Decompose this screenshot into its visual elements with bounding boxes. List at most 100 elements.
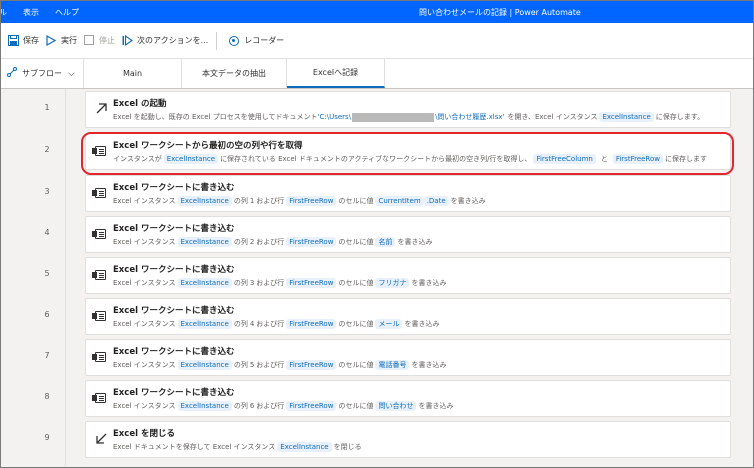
action-row: 1 Excel の起動 Excel を起動し、既存の Excel プロセスを使用…: [1, 89, 753, 129]
variable-token[interactable]: ExcelInstance: [277, 442, 332, 452]
variable-token[interactable]: ExcelInstance: [599, 112, 654, 122]
desc-text: のセルに値: [338, 402, 374, 410]
subflow-dropdown[interactable]: サブフロー ⌵: [1, 59, 84, 88]
action-card-write-worksheet[interactable]: Excel ワークシートに書き込む Excel インスタンス ExcelInst…: [85, 257, 731, 294]
action-title: Excel ワークシートに書き込む: [113, 265, 235, 275]
variable-token[interactable]: ExcelInstance: [177, 401, 232, 411]
variable-token[interactable]: ExcelInstance: [177, 196, 232, 206]
desc-text: の列: [233, 197, 248, 205]
play-icon: [45, 34, 57, 47]
variable-token[interactable]: 電話番号: [375, 360, 410, 370]
column-number: 4: [249, 320, 255, 328]
recorder-button[interactable]: レコーダー: [229, 31, 284, 51]
desc-text: Excel インスタンス: [113, 238, 176, 246]
variable-token[interactable]: 問い合わせ: [375, 401, 417, 411]
excel-icon: [92, 311, 106, 321]
desc-text: の列: [233, 279, 248, 287]
action-row: 3 Excel ワークシートに書き込む Excel インスタンス ExcelIn…: [1, 173, 753, 213]
save-button[interactable]: 保存: [7, 31, 39, 51]
desc-text: および行: [256, 238, 285, 246]
run-label: 実行: [61, 36, 77, 45]
highlight-annotation: [81, 132, 734, 175]
variable-token[interactable]: FirstFreeRow: [286, 401, 337, 411]
action-row: 4 Excel ワークシートに書き込む Excel インスタンス ExcelIn…: [1, 214, 753, 254]
tab-main[interactable]: Main: [84, 59, 182, 88]
tab-excel-record[interactable]: Excelへ記録: [287, 59, 385, 88]
next-action-button[interactable]: 次のアクションを...: [121, 31, 208, 51]
desc-text: および行: [256, 402, 285, 410]
desc-text: を書き込み: [411, 361, 447, 369]
variable-token[interactable]: フリガナ: [375, 278, 410, 288]
action-title: Excel ワークシートに書き込む: [113, 306, 235, 316]
variable-token[interactable]: FirstFreeRow: [286, 319, 337, 329]
action-title: Excel の起動: [113, 99, 167, 109]
excel-icon: [92, 188, 106, 198]
save-label: 保存: [23, 36, 39, 45]
variable-token[interactable]: FirstFreeRow: [286, 196, 337, 206]
variable-token-suffix[interactable]: .Date: [423, 196, 449, 206]
action-card-write-worksheet[interactable]: Excel ワークシートに書き込む Excel インスタンス ExcelInst…: [85, 298, 731, 335]
desc-text: および行: [256, 320, 285, 328]
variable-token[interactable]: FirstFreeRow: [286, 278, 337, 288]
variable-token[interactable]: ExcelInstance: [177, 278, 232, 288]
file-path-start: 'C:\Users\: [317, 113, 352, 121]
action-title: Excel ワークシートに書き込む: [113, 388, 235, 398]
action-description: Excel インスタンス ExcelInstance の列 3 および行 Fir…: [113, 278, 446, 288]
menu-view[interactable]: 表示: [23, 7, 39, 18]
action-card-write-worksheet[interactable]: Excel ワークシートに書き込む Excel インスタンス ExcelInst…: [85, 175, 731, 212]
desc-text: の列: [233, 402, 248, 410]
desc-text: Excel インスタンス: [113, 279, 176, 287]
desc-text: のセルに値: [338, 279, 374, 287]
stop-icon: [83, 34, 95, 47]
action-title: Excel ワークシートに書き込む: [113, 224, 235, 234]
file-path-end: \問い合わせ履歴.xlsx': [435, 113, 505, 121]
action-card-launch-excel[interactable]: Excel の起動 Excel を起動し、既存の Excel プロセスを使用して…: [85, 91, 731, 128]
menu-file[interactable]: ル: [1, 7, 7, 18]
variable-token[interactable]: CurrentItem: [375, 196, 424, 206]
variable-token[interactable]: FirstFreeRow: [286, 360, 337, 370]
desc-text: のセルに値: [338, 320, 374, 328]
action-card-write-worksheet[interactable]: Excel ワークシートに書き込む Excel インスタンス ExcelInst…: [85, 216, 731, 253]
tab-extract-body[interactable]: 本文データの抽出: [182, 59, 287, 88]
variable-token[interactable]: ExcelInstance: [177, 319, 232, 329]
action-row: 9 Excel を閉じる Excel ドキュメントを保存して Excel インス…: [1, 419, 753, 459]
desc-text: を書き込み: [411, 279, 447, 287]
desc-text: を閉じる: [333, 443, 362, 451]
desc-text: の列: [233, 238, 248, 246]
action-card-write-worksheet[interactable]: Excel ワークシートに書き込む Excel インスタンス ExcelInst…: [85, 380, 731, 417]
desc-text: の列: [233, 320, 248, 328]
window-title: 問い合わせメールの記録 | Power Automate: [419, 8, 581, 17]
line-number: 4: [44, 228, 50, 237]
desc-text: を書き込み: [397, 238, 433, 246]
line-number: 9: [44, 433, 50, 442]
action-card-close-excel[interactable]: Excel を閉じる Excel ドキュメントを保存して Excel インスタン…: [85, 421, 731, 458]
desc-text: Excel インスタンス: [113, 197, 176, 205]
variable-token[interactable]: ExcelInstance: [177, 360, 232, 370]
variable-token[interactable]: ExcelInstance: [177, 237, 232, 247]
toolbar: 保存 実行 停止 次のアクションを... レコーダー: [1, 23, 753, 59]
close-arrow-icon: [94, 432, 108, 446]
desc-text: および行: [256, 361, 285, 369]
toolbar-divider: [216, 31, 218, 50]
line-number: 8: [44, 392, 50, 401]
excel-icon: [92, 352, 106, 362]
action-row: 6 Excel ワークシートに書き込む Excel インスタンス ExcelIn…: [1, 296, 753, 336]
launch-arrow-icon: [94, 102, 108, 116]
run-button[interactable]: 実行: [45, 31, 77, 51]
action-description: Excel を起動し、既存の Excel プロセスを使用してドキュメント 'C:…: [113, 112, 704, 122]
desc-text: を書き込み: [404, 320, 440, 328]
action-row: 7 Excel ワークシートに書き込む Excel インスタンス ExcelIn…: [1, 337, 753, 377]
action-description: Excel インスタンス ExcelInstance の列 1 および行 Fir…: [113, 196, 486, 206]
title-bar: ル 表示 ヘルプ 問い合わせメールの記録 | Power Automate: [1, 1, 753, 23]
variable-token[interactable]: 名前: [375, 237, 396, 247]
excel-icon: [92, 229, 106, 239]
action-card-write-worksheet[interactable]: Excel ワークシートに書き込む Excel インスタンス ExcelInst…: [85, 339, 731, 376]
redacted-block: [352, 112, 435, 122]
stop-button[interactable]: 停止: [83, 31, 115, 51]
action-description: Excel ドキュメントを保存して Excel インスタンス ExcelInst…: [113, 442, 362, 452]
variable-token[interactable]: FirstFreeRow: [286, 237, 337, 247]
variable-token[interactable]: メール: [375, 319, 403, 329]
menu-help[interactable]: ヘルプ: [55, 7, 79, 18]
column-number: 2: [249, 238, 255, 246]
line-number: 7: [44, 351, 50, 360]
